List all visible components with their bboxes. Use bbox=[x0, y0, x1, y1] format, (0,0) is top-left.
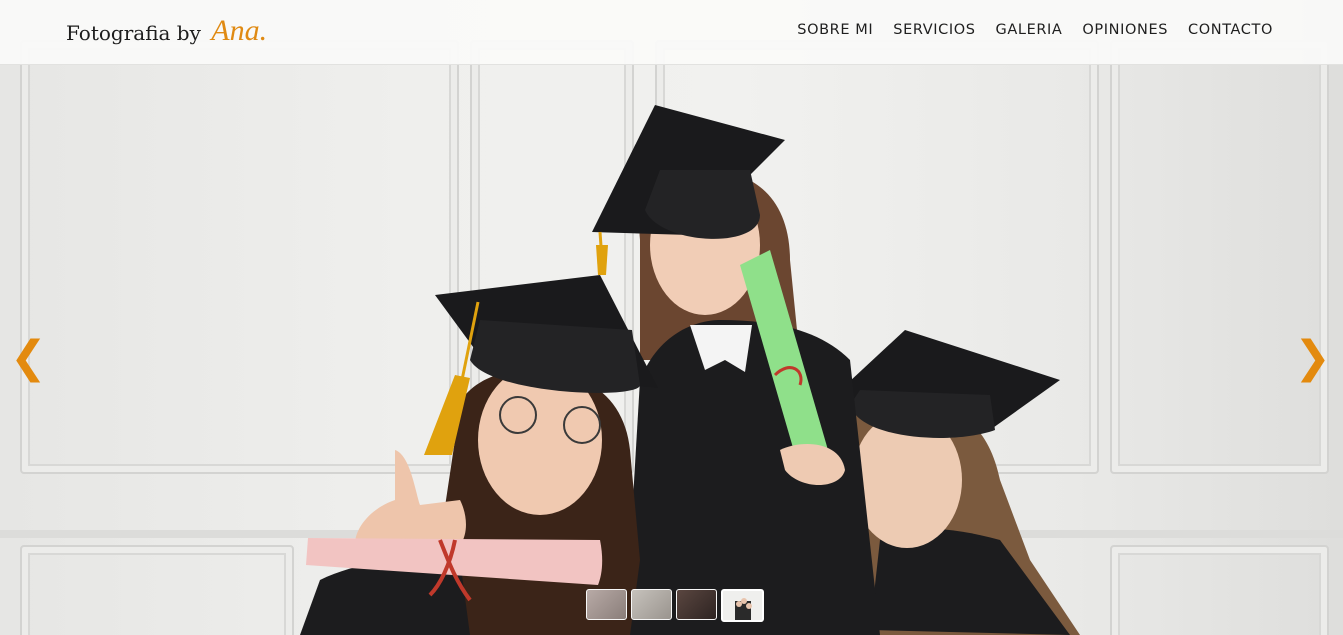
nav-item-galeria[interactable]: GALERIA bbox=[996, 22, 1063, 38]
slide-thumbnail-1[interactable] bbox=[586, 589, 627, 620]
slide-thumbnails bbox=[586, 589, 764, 622]
main-nav: SOBRE MI SERVICIOS GALERIA OPINIONES CON… bbox=[797, 22, 1273, 38]
slide-thumbnail-4-active[interactable] bbox=[721, 589, 764, 622]
brand-prefix: Fotografia by bbox=[66, 21, 201, 45]
next-slide-arrow-icon[interactable]: ❯ bbox=[1294, 336, 1331, 380]
graduates-photo bbox=[300, 105, 1080, 635]
graduate-left bbox=[300, 275, 658, 635]
site-header: Fotografia by Ana. SOBRE MI SERVICIOS GA… bbox=[0, 0, 1343, 65]
nav-item-contacto[interactable]: CONTACTO bbox=[1188, 22, 1273, 38]
prev-slide-arrow-icon[interactable]: ❮ bbox=[10, 336, 47, 380]
slide-thumbnail-3[interactable] bbox=[676, 589, 717, 620]
nav-item-sobre-mi[interactable]: SOBRE MI bbox=[797, 22, 873, 38]
nav-item-opiniones[interactable]: OPINIONES bbox=[1082, 22, 1168, 38]
graduates-thumb-image bbox=[723, 591, 762, 620]
brand-accent: Ana. bbox=[211, 14, 268, 47]
nav-item-servicios[interactable]: SERVICIOS bbox=[893, 22, 975, 38]
hero-slide bbox=[0, 0, 1343, 635]
slide-thumbnail-2[interactable] bbox=[631, 589, 672, 620]
brand-logo[interactable]: Fotografia by Ana. bbox=[66, 14, 267, 48]
